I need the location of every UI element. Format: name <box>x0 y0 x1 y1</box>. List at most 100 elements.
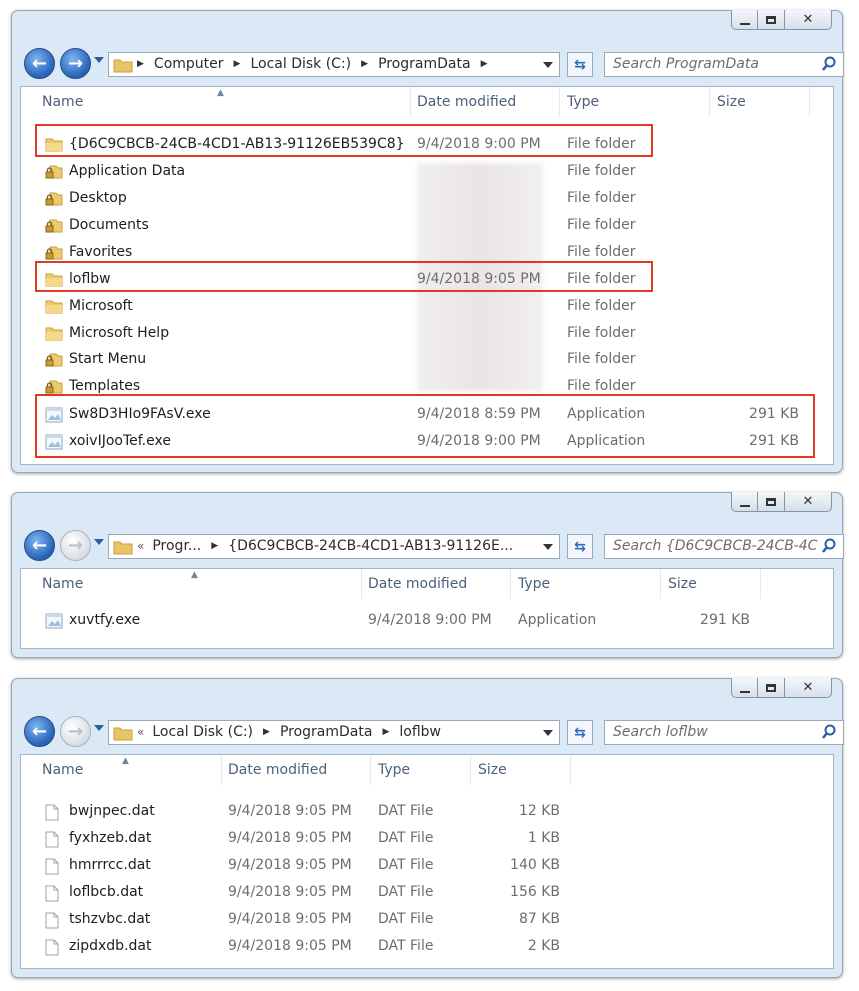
column-header-size[interactable]: Size <box>478 755 507 785</box>
address-dropdown[interactable] <box>543 544 553 550</box>
recent-pages-dropdown[interactable] <box>94 539 104 545</box>
recent-pages-dropdown[interactable] <box>94 57 104 63</box>
item-type: DAT File <box>378 911 434 927</box>
refresh-icon: ⇆ <box>574 538 586 555</box>
close-button[interactable]: ✕ <box>785 10 832 30</box>
explorer-window-programdata: ✕ ← → ▶ Computer ▶ Local Disk (C:) ▶ Pro… <box>11 10 844 473</box>
explorer-window-loflbw: ✕ ← → « Local Disk (C:) ▶ ProgramData ▶ … <box>11 678 844 978</box>
folder-row[interactable]: Microsoft Help File folder <box>21 320 833 347</box>
item-type: File folder <box>567 325 636 341</box>
close-button[interactable]: ✕ <box>785 492 832 512</box>
address-bar[interactable]: « Progr... ▶ {D6C9CBCB-24CB-4CD1-AB13-91… <box>108 534 560 559</box>
breadcrumb-item[interactable]: ProgramData <box>280 721 373 744</box>
file-row[interactable]: bwjnpec.dat 9/4/2018 9:05 PM DAT File 12 KB <box>21 798 833 825</box>
refresh-button[interactable]: ⇆ <box>567 720 593 745</box>
breadcrumb-item[interactable]: Progr... <box>152 535 201 558</box>
sort-ascending-icon: ▲ <box>191 570 198 580</box>
folder-row[interactable]: Start Menu File folder <box>21 346 833 373</box>
refresh-button[interactable]: ⇆ <box>567 534 593 559</box>
column-header-name[interactable]: Name <box>42 569 83 599</box>
file-row[interactable]: tshzvbc.dat 9/4/2018 9:05 PM DAT File 87 KB <box>21 906 833 933</box>
column-header-date-modified[interactable]: Date modified <box>368 569 467 599</box>
column-header-size[interactable]: Size <box>668 569 697 599</box>
breadcrumb-item[interactable]: Local Disk (C:) <box>250 53 351 76</box>
file-row[interactable]: hmrrrcc.dat 9/4/2018 9:05 PM DAT File 140 K… <box>21 852 833 879</box>
application-icon <box>45 613 63 633</box>
search-box[interactable]: Search loflbw <box>604 720 844 745</box>
file-row[interactable]: zipdxdb.dat 9/4/2018 9:05 PM DAT File 2 KB <box>21 933 833 960</box>
forward-button[interactable]: → <box>60 48 91 79</box>
maximize-button[interactable] <box>758 678 785 698</box>
search-icon[interactable] <box>821 56 837 72</box>
search-box[interactable]: Search {D6C9CBCB-24CB-4C... <box>604 534 844 559</box>
item-type: DAT File <box>378 857 434 873</box>
file-icon <box>45 939 59 960</box>
minimize-button[interactable] <box>731 492 758 512</box>
back-button[interactable]: ← <box>24 716 55 747</box>
back-button[interactable]: ← <box>24 530 55 561</box>
item-size: 2 KB <box>527 938 560 954</box>
folder-row[interactable]: Microsoft File folder <box>21 293 833 320</box>
column-header-date-modified[interactable]: Date modified <box>417 87 516 117</box>
address-dropdown[interactable] <box>543 730 553 736</box>
search-icon[interactable] <box>821 724 837 740</box>
item-size: 87 KB <box>518 911 560 927</box>
breadcrumb-item[interactable]: Local Disk (C:) <box>152 721 253 744</box>
column-headers: ▲ Name Date modified Type Size <box>21 569 833 599</box>
address-dropdown[interactable] <box>543 62 553 68</box>
recent-pages-dropdown[interactable] <box>94 725 104 731</box>
folder-row[interactable]: Documents File folder <box>21 212 833 239</box>
window-controls: ✕ <box>731 678 832 700</box>
item-type: File folder <box>567 217 636 233</box>
close-icon: ✕ <box>802 12 814 27</box>
forward-button[interactable]: → <box>60 530 91 561</box>
refresh-button[interactable]: ⇆ <box>567 52 593 77</box>
column-header-name[interactable]: Name <box>42 87 83 117</box>
overflow-chevron-icon[interactable]: « <box>137 535 144 558</box>
item-type: DAT File <box>378 830 434 846</box>
address-bar[interactable]: « Local Disk (C:) ▶ ProgramData ▶ loflbw <box>108 720 560 745</box>
item-size: 12 KB <box>518 803 560 819</box>
breadcrumb-item[interactable]: ProgramData <box>378 53 471 76</box>
file-row[interactable]: xuvtfy.exe 9/4/2018 9:00 PM Application 291… <box>21 607 833 634</box>
breadcrumb-item[interactable]: {D6C9CBCB-24CB-4CD1-AB13-91126E... <box>228 535 513 558</box>
minimize-button[interactable] <box>731 678 758 698</box>
back-button[interactable]: ← <box>24 48 55 79</box>
column-header-date-modified[interactable]: Date modified <box>228 755 327 785</box>
address-bar[interactable]: ▶ Computer ▶ Local Disk (C:) ▶ ProgramDa… <box>108 52 560 77</box>
breadcrumb-item[interactable]: loflbw <box>399 721 441 744</box>
minimize-icon <box>739 22 750 25</box>
item-name: Start Menu <box>69 351 147 367</box>
search-icon[interactable] <box>821 538 837 554</box>
minimize-button[interactable] <box>731 10 758 30</box>
navigation-bar: ← → « Progr... ▶ {D6C9CBCB-24CB-4CD1-AB1… <box>24 530 844 564</box>
close-button[interactable]: ✕ <box>785 678 832 698</box>
file-list: ▲ Name Date modified Type Size {D6C9CBCB… <box>20 86 834 465</box>
folder-row[interactable]: Application Data File folder <box>21 158 833 185</box>
forward-button[interactable]: → <box>60 716 91 747</box>
item-name: hmrrrcc.dat <box>69 857 151 873</box>
item-size: 156 KB <box>510 884 560 900</box>
file-icon <box>45 885 59 906</box>
item-size <box>729 293 799 320</box>
item-name: tshzvbc.dat <box>69 911 151 927</box>
locked-folder-icon <box>45 218 63 237</box>
item-date-modified: 9/4/2018 9:05 PM <box>228 911 352 927</box>
search-box[interactable]: Search ProgramData <box>604 52 844 77</box>
column-header-size[interactable]: Size <box>717 87 746 117</box>
folder-row[interactable]: Desktop File folder <box>21 185 833 212</box>
sort-ascending-icon: ▲ <box>217 88 224 98</box>
file-row[interactable]: fyxhzeb.dat 9/4/2018 9:05 PM DAT File 1 KB <box>21 825 833 852</box>
item-date-modified: 9/4/2018 9:00 PM <box>368 612 492 628</box>
column-header-type[interactable]: Type <box>518 569 550 599</box>
column-header-type[interactable]: Type <box>567 87 599 117</box>
breadcrumb-item[interactable]: Computer <box>154 53 224 76</box>
column-header-name[interactable]: Name <box>42 755 83 785</box>
maximize-button[interactable] <box>758 492 785 512</box>
forward-arrow-icon: → <box>67 535 84 556</box>
item-size: 291 KB <box>700 612 750 628</box>
column-header-type[interactable]: Type <box>378 755 410 785</box>
overflow-chevron-icon[interactable]: « <box>137 721 144 744</box>
file-row[interactable]: loflbcb.dat 9/4/2018 9:05 PM DAT File 156 K… <box>21 879 833 906</box>
maximize-button[interactable] <box>758 10 785 30</box>
